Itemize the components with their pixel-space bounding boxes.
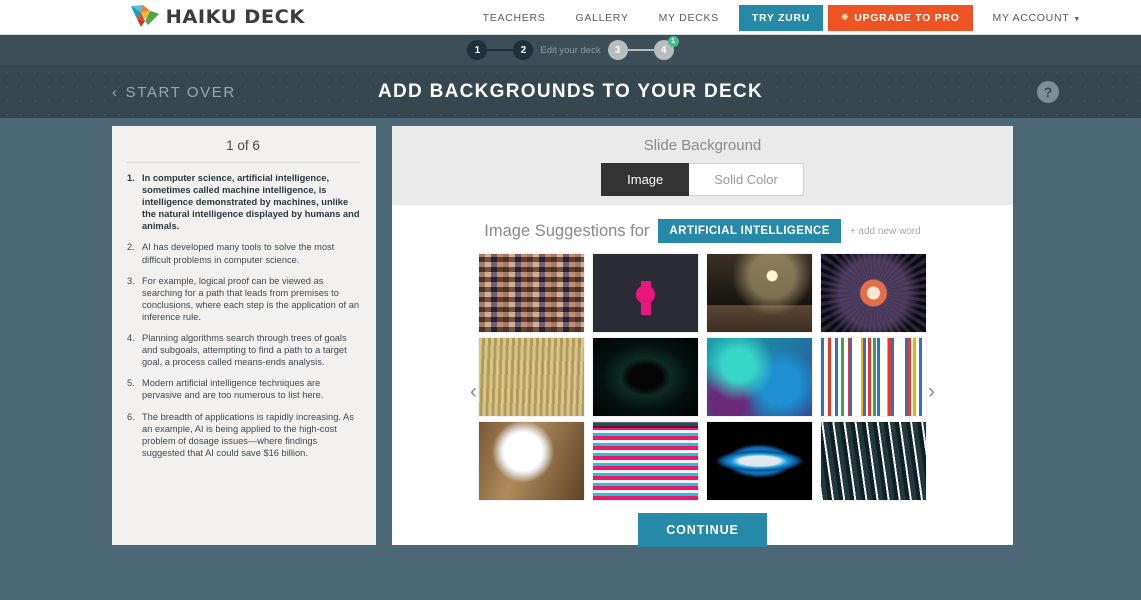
- nav-links-group: TEACHERS GALLERY MY DECKS TRY ZURU ✸ UPG…: [468, 0, 1096, 35]
- brand-name: HAIKU DECK: [165, 6, 305, 28]
- tab-image[interactable]: Image: [601, 163, 690, 196]
- image-grid-area: ‹ ›: [392, 253, 1013, 501]
- try-zuru-button[interactable]: TRY ZURU: [738, 4, 823, 31]
- thumbnail-white-pepper-robot[interactable]: [478, 421, 585, 501]
- step-4-number: 4: [660, 44, 667, 56]
- slide-bullet-list: In computer science, artificial intellig…: [126, 172, 360, 459]
- chevron-down-icon: ▼: [1073, 15, 1081, 23]
- help-question-mark-icon[interactable]: ?: [1037, 81, 1059, 103]
- step-progress-bar: 1 2 Edit your deck 3 4 1: [0, 35, 1141, 66]
- top-navigation-bar: HAIKU DECK TEACHERS GALLERY MY DECKS TRY…: [0, 0, 1141, 35]
- suggestions-header: Image Suggestions for ARTIFICIAL INTELLI…: [392, 205, 1013, 253]
- background-picker-panel: Slide Background Image Solid Color Image…: [392, 126, 1013, 547]
- slide-text-sidebar: 1 of 6 In computer science, artificial i…: [112, 126, 376, 545]
- panel-title: Slide Background: [643, 137, 762, 154]
- thumbnail-blue-eye-light-shape[interactable]: [706, 421, 813, 501]
- list-item[interactable]: AI has developed many tools to solve the…: [126, 241, 360, 265]
- thumbnail-neon-figure-silhouette[interactable]: [592, 421, 699, 501]
- sun-star-icon: ✸: [840, 12, 850, 22]
- step-1[interactable]: 1: [467, 40, 488, 60]
- continue-button[interactable]: CONTINUE: [638, 513, 767, 547]
- start-over-button[interactable]: ‹ START OVER: [112, 84, 236, 101]
- brand-logo[interactable]: HAIKU DECK: [130, 4, 304, 30]
- origami-bird-logo-icon: [131, 5, 159, 27]
- step-connector-1-2: [487, 49, 514, 51]
- list-item[interactable]: Modern artificial intelligence technique…: [126, 377, 360, 401]
- nav-link-my-decks[interactable]: MY DECKS: [644, 12, 734, 24]
- slide-counter: 1 of 6: [126, 138, 360, 163]
- step-4-badge: 1: [667, 36, 679, 47]
- step-2[interactable]: 2: [513, 40, 534, 60]
- thumbnail-dark-vortex-help-text[interactable]: [592, 337, 699, 417]
- background-type-toggle: Image Solid Color: [601, 163, 804, 196]
- continue-button-wrap: CONTINUE: [392, 513, 1013, 547]
- workspace: 1 of 6 In computer science, artificial i…: [0, 118, 1141, 547]
- thumbnail-pink-robot-infographic[interactable]: [592, 253, 699, 333]
- list-item[interactable]: For example, logical proof can be viewed…: [126, 275, 360, 323]
- step-connector-3-4: [627, 49, 654, 51]
- chevron-left-icon: ‹: [112, 83, 119, 101]
- list-item[interactable]: Planning algorithms search through trees…: [126, 332, 360, 368]
- thumbnail-circuit-board-hardware[interactable]: [478, 337, 585, 417]
- list-item[interactable]: The breadth of applications is rapidly i…: [126, 411, 360, 459]
- next-page-arrow[interactable]: ›: [928, 380, 935, 404]
- image-suggestions-grid: [392, 253, 1013, 501]
- panel-header: Slide Background Image Solid Color: [392, 126, 1013, 205]
- thumbnail-toy-robots-dark-room[interactable]: [706, 253, 813, 333]
- tab-solid-color[interactable]: Solid Color: [689, 163, 804, 196]
- thumbnail-colorful-circuit-tree[interactable]: [820, 337, 927, 417]
- step-4[interactable]: 4 1: [653, 36, 679, 60]
- list-item[interactable]: In computer science, artificial intellig…: [126, 172, 360, 232]
- step-middle-label: Edit your deck: [540, 44, 601, 56]
- thumbnail-glowing-orb-starburst[interactable]: [820, 253, 927, 333]
- upgrade-label: UPGRADE TO PRO: [854, 11, 960, 24]
- nav-link-teachers[interactable]: TEACHERS: [468, 12, 561, 24]
- suggestions-label: Image Suggestions for: [484, 221, 650, 240]
- upgrade-to-pro-button[interactable]: ✸ UPGRADE TO PRO: [827, 4, 973, 31]
- nav-link-my-account[interactable]: MY ACCOUNT ▼: [978, 12, 1096, 24]
- start-over-label: START OVER: [125, 83, 236, 101]
- steps-group: 1 2 Edit your deck 3 4 1: [467, 36, 679, 60]
- thumbnail-face-mosaic-grid[interactable]: [478, 253, 585, 333]
- prev-page-arrow[interactable]: ‹: [470, 380, 477, 404]
- nav-link-gallery[interactable]: GALLERY: [560, 12, 643, 24]
- page-header: ‹ START OVER ADD BACKGROUNDS TO YOUR DEC…: [0, 66, 1141, 118]
- step-3[interactable]: 3: [607, 40, 628, 60]
- add-new-word-link[interactable]: + add new word: [850, 226, 921, 237]
- thumbnail-teal-abstract-texture[interactable]: [706, 337, 813, 417]
- keyword-tag[interactable]: ARTIFICIAL INTELLIGENCE: [658, 219, 841, 243]
- thumbnail-white-light-streaks[interactable]: [820, 421, 927, 501]
- account-label: MY ACCOUNT: [992, 11, 1070, 24]
